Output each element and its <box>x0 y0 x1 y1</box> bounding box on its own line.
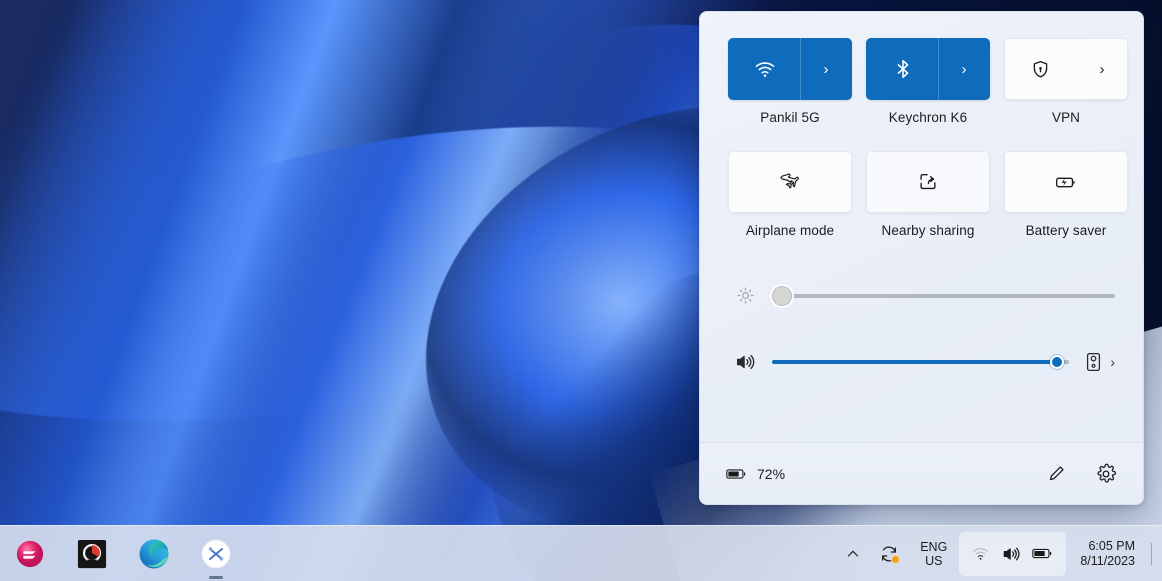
audio-output-selector[interactable]: › <box>1085 352 1115 372</box>
nearby-share-icon <box>867 171 989 193</box>
bluetooth-icon <box>867 58 938 80</box>
quick-setting-airplane-mode-button[interactable] <box>728 151 852 213</box>
taskbar-app-dark-square[interactable] <box>72 534 112 574</box>
bluetooth-chevron-right-icon[interactable]: › <box>939 61 989 78</box>
clock-button[interactable]: 6:05 PM 8/11/2023 <box>1066 539 1145 569</box>
battery-icon <box>726 466 748 482</box>
language-line-2: US <box>925 553 943 568</box>
update-badge-dot <box>891 554 901 564</box>
clock-time: 6:05 PM <box>1088 538 1135 553</box>
brightness-slider[interactable] <box>772 285 1115 306</box>
tile-cell-nearby-sharing: Nearby sharing <box>866 151 990 238</box>
clock-date: 8/11/2023 <box>1080 553 1135 568</box>
tile-cell-vpn: › VPN <box>1004 38 1128 125</box>
edge-browser-icon <box>139 539 169 568</box>
quick-setting-nearby-sharing-button[interactable] <box>866 151 990 213</box>
battery-saver-icon <box>1005 169 1127 195</box>
taskbar-system-tray: ENG US 6:05 PM 8/11/2023 <box>836 531 1162 576</box>
quick-setting-nearby-sharing-label: Nearby sharing <box>881 223 975 238</box>
tile-cell-battery-saver: Battery saver <box>1004 151 1128 238</box>
shuffle-app-icon <box>201 539 231 568</box>
quick-setting-wifi-button[interactable]: › <box>728 38 852 100</box>
tile-cell-wifi: › Pankil 5G <box>728 38 852 125</box>
quick-setting-bluetooth-button[interactable]: › <box>866 38 990 100</box>
brightness-slider-row <box>728 285 1115 306</box>
quick-settings-body: › Pankil 5G › Keychron K6 › VPN Airplane… <box>700 12 1143 442</box>
language-line-1: ENG <box>920 539 948 554</box>
airplane-icon <box>729 170 851 194</box>
windows-update-icon <box>879 544 901 564</box>
tray-status-cluster-button[interactable] <box>959 531 1067 576</box>
quick-settings-panel: › Pankil 5G › Keychron K6 › VPN Airplane… <box>699 11 1144 505</box>
volume-slider-row: › <box>728 351 1115 373</box>
brightness-icon <box>734 286 756 305</box>
chevron-up-icon <box>847 550 859 557</box>
quick-setting-airplane-mode-label: Airplane mode <box>745 223 835 238</box>
dark-square-app-icon <box>77 539 107 568</box>
tray-volume-icon <box>1001 544 1021 564</box>
tray-overflow-button[interactable] <box>836 532 870 576</box>
quick-settings-footer-actions <box>1046 463 1117 485</box>
language-indicator[interactable]: ENG US <box>908 540 959 568</box>
pink-circle-app-icon <box>16 540 44 567</box>
edit-quick-settings-button[interactable] <box>1046 463 1067 484</box>
volume-slider-thumb[interactable] <box>1050 355 1065 369</box>
audio-device-icon <box>1085 352 1102 372</box>
volume-slider[interactable] <box>772 355 1070 369</box>
quick-setting-vpn-button[interactable]: › <box>1004 38 1128 100</box>
quick-setting-battery-saver-label: Battery saver <box>1025 223 1107 238</box>
vpn-chevron-right-icon[interactable]: › <box>1077 61 1127 78</box>
quick-settings-footer: 72% <box>700 442 1143 504</box>
taskbar-app-list <box>0 534 236 579</box>
tile-cell-bluetooth: › Keychron K6 <box>866 38 990 125</box>
volume-slider-fill <box>772 360 1058 364</box>
battery-percent-label: 72% <box>757 465 786 482</box>
tile-cell-airplane: Airplane mode <box>728 151 852 238</box>
volume-icon <box>734 351 756 373</box>
brightness-slider-thumb[interactable] <box>772 285 793 306</box>
quick-settings-tiles-row-1: › Pankil 5G › Keychron K6 › VPN <box>728 38 1128 125</box>
taskbar-app-edge-browser[interactable] <box>134 534 174 574</box>
settings-button[interactable] <box>1095 463 1117 485</box>
tray-wifi-icon <box>971 544 990 563</box>
quick-setting-vpn-label: VPN <box>1051 110 1081 125</box>
quick-setting-wifi-label: Pankil 5G <box>760 110 820 125</box>
quick-settings-tiles-row-2: Airplane mode Nearby sharing Battery sav… <box>728 151 1128 238</box>
taskbar-app-shuffle[interactable] <box>196 534 236 579</box>
show-desktop-button[interactable] <box>1151 542 1152 565</box>
taskbar-running-indicator <box>209 575 223 579</box>
tray-battery-icon <box>1032 546 1054 561</box>
taskbar: ENG US 6:05 PM 8/11/2023 <box>0 525 1162 581</box>
windows-update-tray-button[interactable] <box>870 532 908 576</box>
taskbar-app-pink-circle[interactable] <box>10 534 50 574</box>
battery-status: 72% <box>726 466 785 482</box>
wifi-chevron-right-icon[interactable]: › <box>801 61 851 78</box>
audio-output-chevron-right-icon[interactable]: › <box>1110 354 1115 370</box>
wifi-icon <box>729 57 800 81</box>
quick-setting-bluetooth-label: Keychron K6 <box>888 110 968 125</box>
shield-lock-icon <box>1005 59 1076 80</box>
quick-setting-battery-saver-button[interactable] <box>1004 151 1128 213</box>
